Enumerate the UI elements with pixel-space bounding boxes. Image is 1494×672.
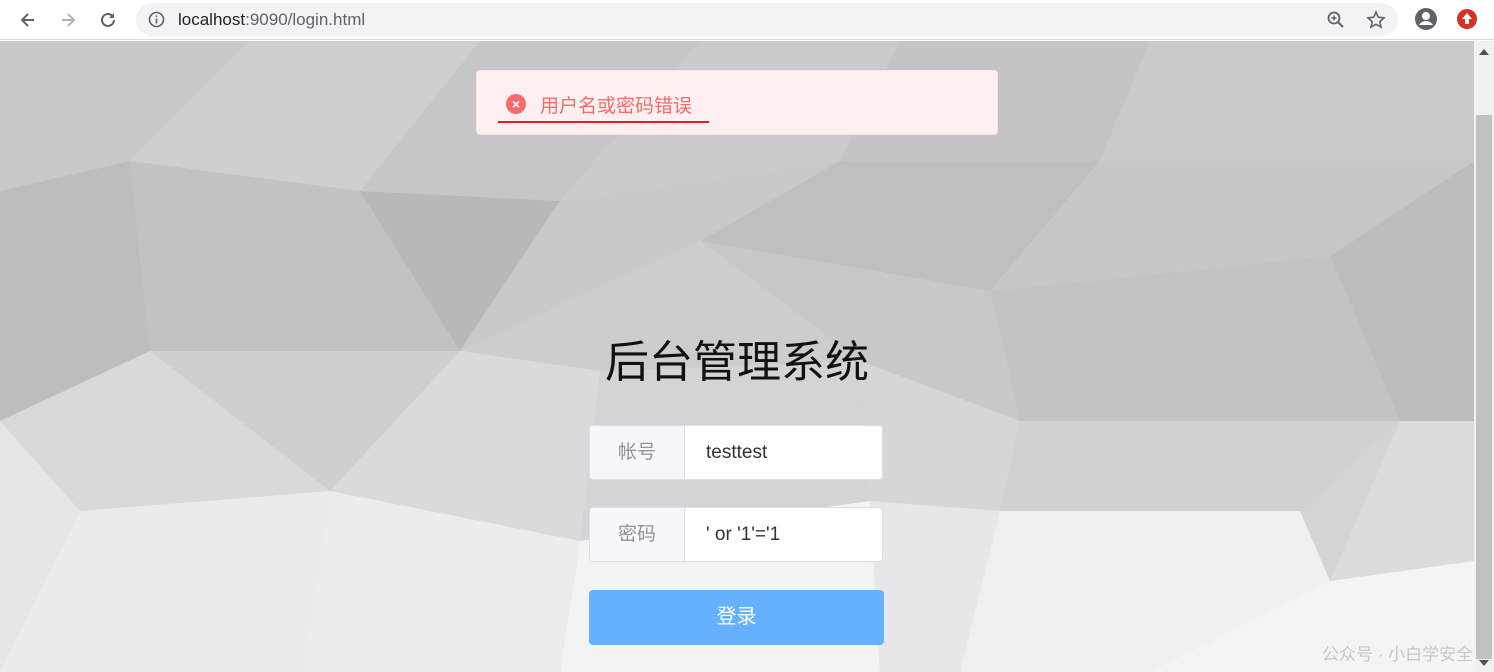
url-host: localhost	[178, 10, 246, 29]
error-circle-icon: ×	[506, 94, 526, 114]
account-icon[interactable]	[1414, 7, 1438, 31]
password-label: 密码	[590, 508, 685, 561]
forward-button[interactable]	[54, 6, 82, 34]
browser-toolbar: localhost:9090/login.html	[0, 0, 1494, 40]
error-message-text: 用户名或密码错误	[540, 96, 693, 117]
password-input[interactable]	[686, 508, 882, 561]
page-scrollbar[interactable]	[1474, 41, 1494, 672]
back-icon	[20, 13, 34, 27]
watermark: 公众号 · 小白学安全	[1322, 645, 1474, 664]
address-bar[interactable]: localhost:9090/login.html	[136, 3, 1398, 36]
login-button[interactable]: 登录	[589, 590, 884, 645]
username-input[interactable]	[686, 426, 882, 479]
zoom-icon[interactable]	[1326, 10, 1346, 30]
page-title: 后台管理系统	[605, 338, 869, 387]
username-label: 帐号	[590, 426, 685, 479]
username-field: 帐号	[589, 425, 883, 480]
password-field: 密码	[589, 507, 883, 562]
url-path: :9090/login.html	[245, 10, 366, 29]
reload-button[interactable]	[94, 6, 122, 34]
scroll-up-icon[interactable]	[1479, 49, 1489, 55]
error-message: × 用户名或密码错误	[476, 70, 998, 135]
error-underline	[498, 121, 709, 123]
scroll-down-icon[interactable]	[1479, 660, 1489, 666]
forward-icon	[62, 13, 76, 27]
info-icon[interactable]	[148, 11, 165, 28]
url-text[interactable]: localhost:9090/login.html	[178, 10, 365, 30]
star-icon[interactable]	[1366, 10, 1386, 30]
back-button[interactable]	[14, 6, 42, 34]
extension-icon[interactable]	[1455, 7, 1479, 31]
scroll-thumb[interactable]	[1476, 115, 1492, 659]
reload-icon	[101, 12, 115, 27]
